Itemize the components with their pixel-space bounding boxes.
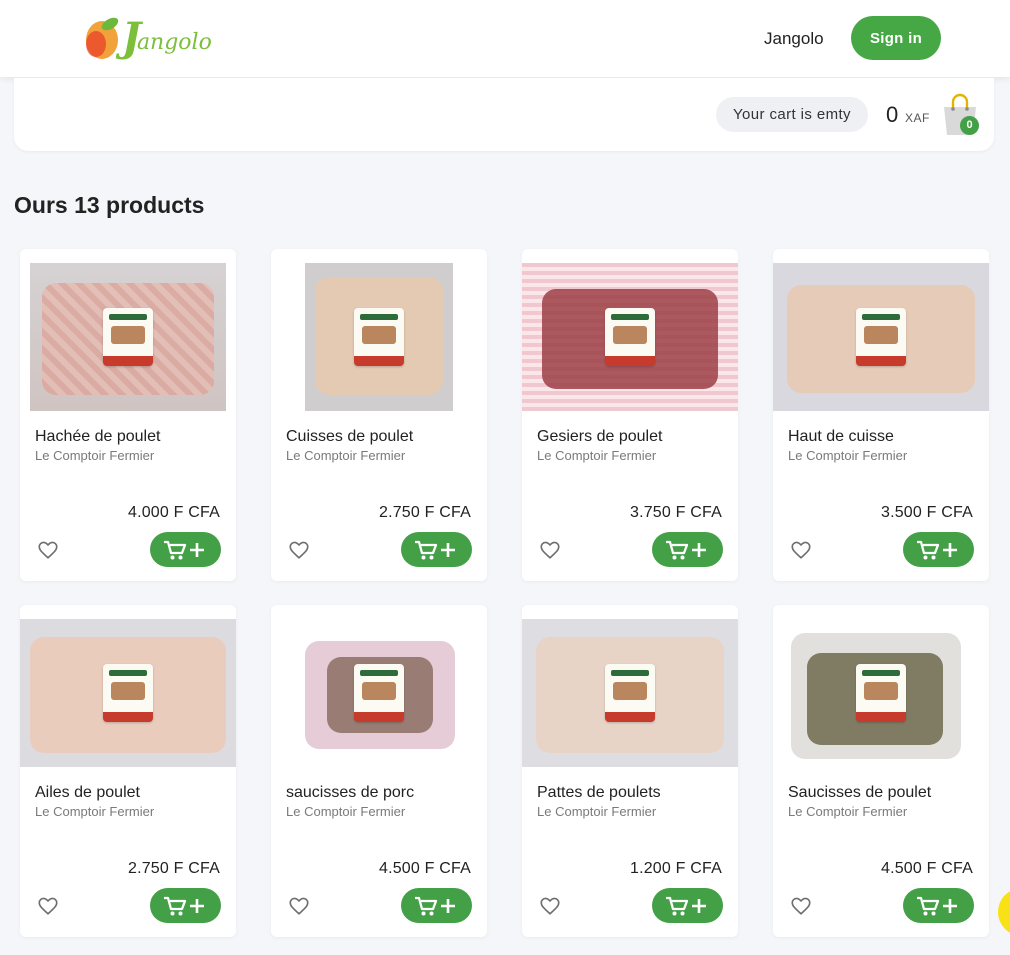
- heart-outline-icon[interactable]: [37, 895, 59, 917]
- logo-wordmark: Jangolo: [122, 14, 212, 61]
- product-price: 3.500 F CFA: [880, 504, 973, 521]
- cart-plus-icon: [414, 896, 455, 915]
- add-to-cart-button[interactable]: [401, 888, 472, 923]
- cart-plus-icon: [916, 896, 957, 915]
- cart-summary-bar: Your cart is emty 0 XAF 0: [14, 78, 994, 151]
- heart-outline-icon[interactable]: [539, 895, 561, 917]
- heart-outline-icon[interactable]: [37, 539, 59, 561]
- add-to-cart-button[interactable]: [150, 532, 221, 567]
- product-name: Haut de cuisse: [788, 428, 894, 445]
- product-vendor: Le Comptoir Fermier: [35, 804, 155, 819]
- product-card[interactable]: saucisses de porc Le Comptoir Fermier 4.…: [271, 605, 487, 937]
- product-price: 2.750 F CFA: [378, 504, 471, 521]
- jangolo-logo[interactable]: Jangolo: [84, 12, 224, 64]
- product-vendor: Le Comptoir Fermier: [286, 448, 406, 463]
- product-name: saucisses de porc: [286, 784, 415, 801]
- product-image: [20, 263, 236, 411]
- mango-logo-icon: [86, 17, 119, 59]
- cart-plus-icon: [163, 896, 204, 915]
- product-image: [522, 263, 738, 411]
- sign-in-button[interactable]: Sign in: [851, 16, 941, 60]
- product-vendor: Le Comptoir Fermier: [537, 448, 657, 463]
- add-to-cart-button[interactable]: [652, 888, 723, 923]
- product-name: Gesiers de poulet: [537, 428, 663, 445]
- top-header: Jangolo Jangolo Sign in: [0, 0, 1010, 77]
- product-card[interactable]: Pattes de poulets Le Comptoir Fermier 1.…: [522, 605, 738, 937]
- product-card[interactable]: Ailes de poulet Le Comptoir Fermier 2.75…: [20, 605, 236, 937]
- heart-outline-icon[interactable]: [539, 539, 561, 561]
- product-vendor: Le Comptoir Fermier: [788, 804, 908, 819]
- cart-plus-icon: [665, 896, 706, 915]
- add-to-cart-button[interactable]: [652, 532, 723, 567]
- heart-outline-icon[interactable]: [288, 895, 310, 917]
- product-image: [773, 619, 989, 767]
- product-card[interactable]: Gesiers de poulet Le Comptoir Fermier 3.…: [522, 249, 738, 581]
- cart-plus-icon: [414, 540, 455, 559]
- product-price: 4.500 F CFA: [880, 860, 973, 877]
- cart-plus-icon: [163, 540, 204, 559]
- product-image: [271, 263, 487, 411]
- add-to-cart-button[interactable]: [401, 532, 472, 567]
- cart-currency: XAF: [905, 111, 930, 125]
- product-name: Saucisses de poulet: [788, 784, 932, 801]
- product-image: [271, 619, 487, 767]
- product-card[interactable]: Saucisses de poulet Le Comptoir Fermier …: [773, 605, 989, 937]
- add-to-cart-button[interactable]: [150, 888, 221, 923]
- product-name: Hachée de poulet: [35, 428, 161, 445]
- cart-plus-icon: [916, 540, 957, 559]
- product-image: [20, 619, 236, 767]
- product-price: 4.000 F CFA: [127, 504, 220, 521]
- product-name: Pattes de poulets: [537, 784, 661, 801]
- product-vendor: Le Comptoir Fermier: [35, 448, 155, 463]
- product-image: [773, 263, 989, 411]
- product-vendor: Le Comptoir Fermier: [537, 804, 657, 819]
- heart-outline-icon[interactable]: [790, 895, 812, 917]
- nav-link-jangolo[interactable]: Jangolo: [764, 29, 824, 49]
- product-price: 1.200 F CFA: [629, 860, 722, 877]
- product-card[interactable]: Cuisses de poulet Le Comptoir Fermier 2.…: [271, 249, 487, 581]
- cart-plus-icon: [665, 540, 706, 559]
- cart-status-badge: Your cart is emty: [716, 97, 868, 132]
- product-name: Cuisses de poulet: [286, 428, 414, 445]
- add-to-cart-button[interactable]: [903, 888, 974, 923]
- product-price: 2.750 F CFA: [127, 860, 220, 877]
- product-price: 3.750 F CFA: [629, 504, 722, 521]
- cart-total-amount: 0: [886, 102, 899, 127]
- heart-outline-icon[interactable]: [790, 539, 812, 561]
- product-name: Ailes de poulet: [35, 784, 140, 801]
- products-section-title: Ours 13 products: [14, 192, 205, 218]
- heart-outline-icon[interactable]: [288, 539, 310, 561]
- product-image: [522, 619, 738, 767]
- cart-count-badge: 0: [960, 116, 979, 135]
- product-vendor: Le Comptoir Fermier: [286, 804, 406, 819]
- chat-widget-button[interactable]: [998, 888, 1010, 936]
- product-vendor: Le Comptoir Fermier: [788, 448, 908, 463]
- product-card[interactable]: Hachée de poulet Le Comptoir Fermier 4.0…: [20, 249, 236, 581]
- add-to-cart-button[interactable]: [903, 532, 974, 567]
- product-card[interactable]: Haut de cuisse Le Comptoir Fermier 3.500…: [773, 249, 989, 581]
- product-price: 4.500 F CFA: [378, 860, 471, 877]
